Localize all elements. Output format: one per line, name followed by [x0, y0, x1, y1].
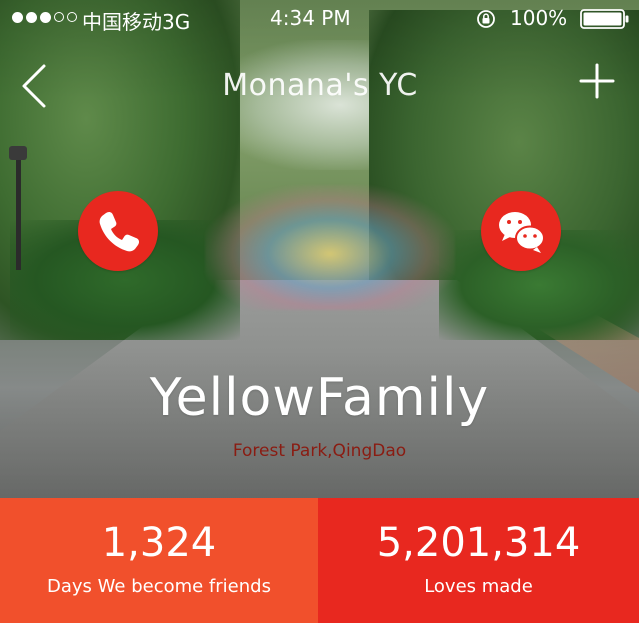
carrier-name: 中国移动3G [82, 10, 191, 34]
chevron-left-icon[interactable] [18, 62, 50, 110]
battery-icon [580, 9, 629, 29]
plus-icon[interactable] [578, 62, 616, 100]
stat-loves-made: 5,201,314 Loves made [318, 498, 639, 623]
page-title: Monana's YC [222, 68, 418, 103]
status-bar: 中国移动3G 4:34 PM 100% [0, 0, 639, 38]
stat-days-label: Days We become friends [47, 576, 271, 597]
call-button[interactable] [78, 191, 158, 271]
wechat-button[interactable] [481, 191, 561, 271]
rotation-lock-icon [477, 10, 495, 28]
phone-icon [99, 211, 140, 252]
group-name: YellowFamily [149, 368, 490, 428]
battery-percentage: 100% [510, 6, 568, 30]
group-location: Forest Park,QingDao [232, 441, 407, 461]
stat-loves-label: Loves made [424, 576, 533, 597]
stat-days-value: 1,324 [101, 520, 217, 566]
stat-days-friends: 1,324 Days We become friends [0, 498, 318, 623]
signal-strength-icon [12, 12, 77, 23]
status-time: 4:34 PM [270, 6, 351, 30]
wechat-icon [499, 212, 545, 253]
stat-loves-value: 5,201,314 [376, 520, 581, 566]
